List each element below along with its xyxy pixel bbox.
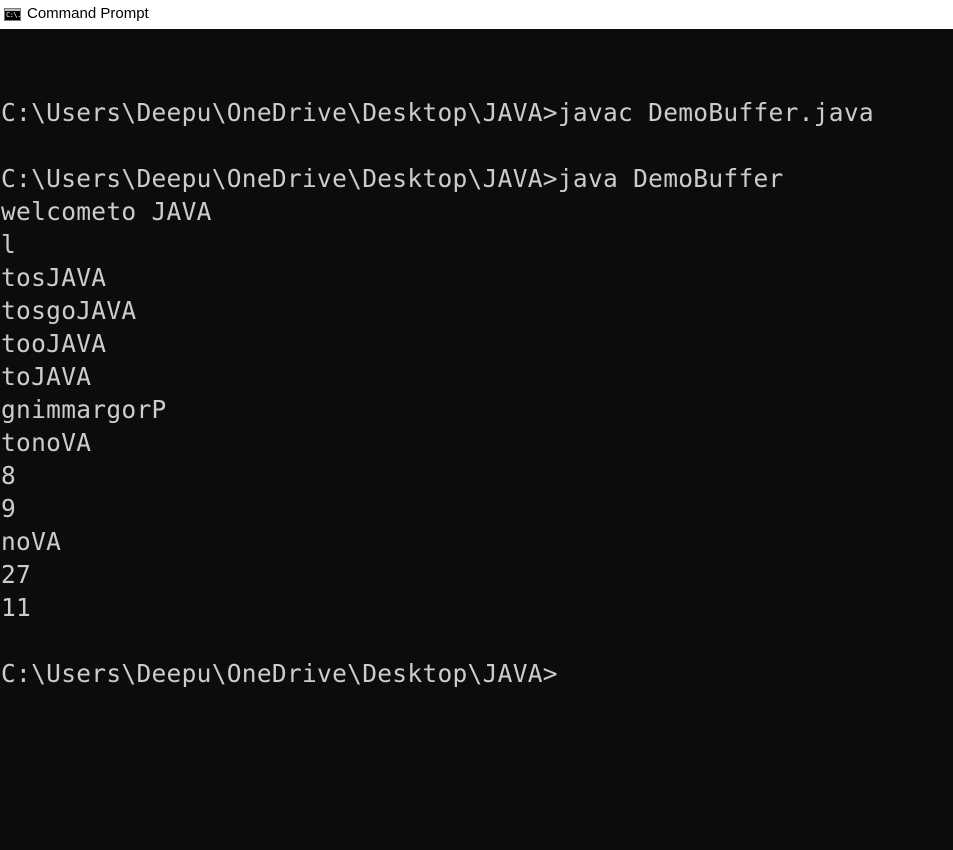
console-line-output: 9: [1, 494, 17, 523]
console-line-output: gnimmargorP: [1, 395, 167, 424]
console-line-javac-command: C:\Users\Deepu\OneDrive\Desktop\JAVA>jav…: [1, 98, 874, 127]
console-line-output: 8: [1, 461, 17, 490]
console-line-output: tooJAVA: [1, 329, 107, 358]
console-line-output: l: [1, 230, 17, 259]
console-output[interactable]: C:\Users\Deepu\OneDrive\Desktop\JAVA>jav…: [0, 63, 953, 850]
console-line-output: welcometo JAVA: [1, 197, 212, 226]
console-line-output: tonoVA: [1, 428, 92, 457]
console-line-output: tosgoJAVA: [1, 296, 137, 325]
console-line-output: noVA: [1, 527, 62, 556]
console-line-output: 27: [1, 560, 32, 589]
console-window-icon[interactable]: C:\.: [4, 8, 21, 21]
console-line-output: tosJAVA: [1, 263, 107, 292]
console-line-blank-2: [1, 129, 953, 162]
console-line-blank-3: [1, 624, 953, 657]
title-bar[interactable]: C:\. Command Prompt: [0, 0, 953, 29]
console-line-java-command: C:\Users\Deepu\OneDrive\Desktop\JAVA>jav…: [1, 164, 784, 193]
console-line-blank-1: [1, 63, 953, 96]
console-line-output: toJAVA: [1, 362, 92, 391]
command-prompt-window: C:\. Command Prompt C:\Users\Deepu\OneDr…: [0, 0, 953, 850]
window-title: Command Prompt: [27, 5, 149, 22]
console-line-output: 11: [1, 593, 32, 622]
console-line-prompt[interactable]: C:\Users\Deepu\OneDrive\Desktop\JAVA>: [1, 657, 953, 690]
icon-prompt-text: C:\.: [6, 11, 21, 19]
